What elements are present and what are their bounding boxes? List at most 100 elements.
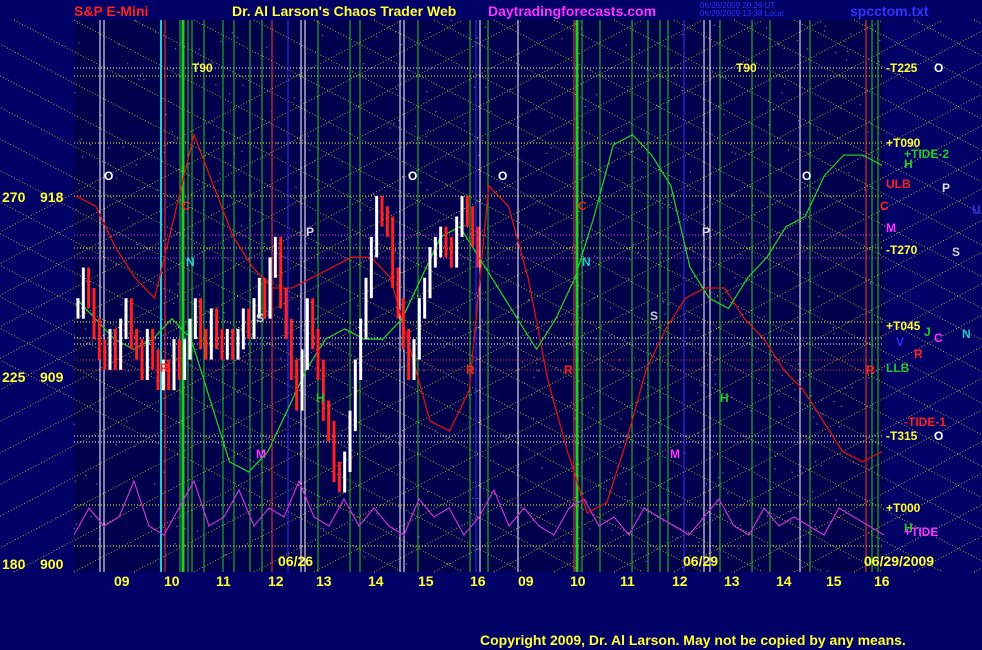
star-dot [116,177,118,179]
star-dot [672,536,674,538]
y-tick-price: 909 [40,369,64,385]
star-dot [595,94,598,96]
star-dot [243,351,245,354]
star-dot [122,146,125,148]
star-dot [697,329,699,332]
star-dot [111,332,114,334]
star-dot [784,83,786,85]
star-dot [848,557,850,559]
star-dot [779,330,782,332]
star-dot [867,377,870,379]
star-dot [400,44,402,46]
star-dot [620,418,622,420]
star-dot [649,352,651,354]
star-dot [476,37,479,39]
star-dot [790,327,793,330]
star-dot [713,24,716,26]
star-dot [579,436,581,438]
star-dot [528,299,530,301]
star-dot [676,537,678,539]
star-dot [101,251,104,253]
star-dot [812,491,814,493]
star-dot [781,92,783,94]
x-tick-label: 09 [114,573,130,589]
star-dot [832,327,834,329]
star-dot [622,468,625,470]
star-dot [535,362,538,365]
star-dot [610,307,612,309]
marker-letter: N [186,255,195,269]
marker-letter: S [256,311,264,325]
star-dot [732,194,734,197]
star-dot [78,183,80,185]
right-level-label: O [934,61,943,75]
star-dot [485,86,487,89]
star-dot [625,483,628,485]
star-dot [405,563,408,565]
star-dot [765,27,768,29]
right-level-label: V [896,335,904,349]
star-dot [241,150,243,153]
star-dot [509,433,511,436]
star-dot [263,529,265,531]
star-dot [134,20,137,22]
star-dot [632,243,635,246]
star-dot [684,319,687,321]
star-dot [563,541,565,543]
star-dot [169,289,171,291]
star-dot [484,26,487,28]
star-dot [242,84,244,87]
star-dot [96,483,98,485]
right-level-label: U [972,203,981,217]
star-dot [807,272,809,274]
marker-letter: O [408,169,417,183]
star-dot [879,40,881,42]
star-dot [810,395,812,397]
star-dot [555,367,558,369]
star-dot [663,301,665,303]
star-dot [132,223,134,225]
star-dot [293,97,296,99]
star-dot [717,503,719,506]
star-dot [811,443,813,445]
star-dot [519,504,521,506]
x-tick-label: 12 [672,573,688,589]
marker-letter: R [466,363,475,377]
star-dot [859,104,861,106]
star-dot [550,147,552,149]
star-dot [535,108,538,110]
star-dot [739,524,742,526]
star-dot [139,74,141,76]
star-dot [215,83,217,86]
marker-letter: M [256,447,266,461]
star-dot [366,380,368,382]
star-dot [698,541,700,543]
star-dot [275,492,277,495]
star-dot [89,144,92,146]
star-dot [490,110,492,113]
star-dot [846,50,849,52]
x-tick-label: 10 [164,573,180,589]
site-link[interactable]: Daytradingforecasts.com [488,3,656,19]
star-dot [523,284,526,286]
star-dot [322,527,324,530]
star-dot [295,186,297,189]
star-dot [642,424,644,426]
star-dot [478,154,480,156]
star-dot [594,338,597,340]
star-dot [171,131,174,133]
x-tick-label: 14 [368,573,384,589]
star-dot [75,523,78,525]
marker-letter: H [316,391,325,405]
marker-letter: M [670,447,680,461]
star-dot [722,472,724,474]
star-dot [633,357,636,359]
star-dot [105,265,107,267]
star-dot [833,400,835,403]
star-dot [834,238,836,240]
star-dot [420,182,422,184]
chart-title: S&P E-Mini [74,3,148,19]
star-dot [174,48,177,50]
star-dot [212,121,214,123]
star-dot [717,476,720,479]
